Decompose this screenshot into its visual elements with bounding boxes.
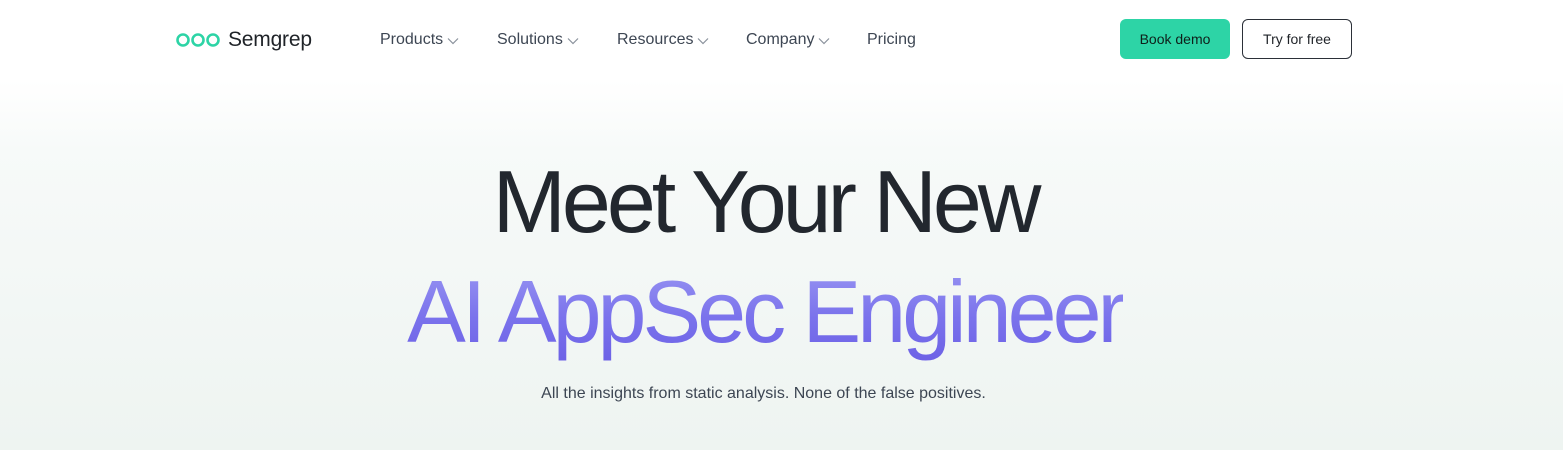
semgrep-logo-icon [176,32,220,48]
top-navbar: Semgrep Products Solutions Resources Com… [0,0,1563,80]
nav-item-label: Solutions [497,31,563,48]
nav-item-pricing[interactable]: Pricing [867,28,916,52]
chevron-down-icon [818,37,830,45]
chevron-down-icon [447,37,459,45]
nav-item-solutions[interactable]: Solutions [497,28,617,52]
nav-item-label: Products [380,31,444,48]
book-demo-button[interactable]: Book demo [1120,19,1230,59]
hero-title-line2: AI AppSec Engineer [0,262,1530,362]
chevron-down-icon [567,37,579,45]
brand-logo[interactable]: Semgrep [176,26,312,54]
chevron-down-icon [697,37,709,45]
hero-title-line1: Meet Your New [492,152,1042,251]
nav-item-products[interactable]: Products [380,28,497,52]
try-for-free-button[interactable]: Try for free [1242,19,1352,59]
nav-item-resources[interactable]: Resources [617,28,746,52]
nav-item-label: Company [746,31,815,48]
nav-item-label: Pricing [867,31,916,48]
nav-item-company[interactable]: Company [746,28,867,52]
hero-subtitle: All the insights from static analysis. N… [541,385,986,402]
hero-title-accent: AI AppSec Engineer [407,262,1127,361]
main-nav: Products Solutions Resources Company Pri… [380,28,916,52]
nav-item-label: Resources [617,31,694,48]
brand-name: Semgrep [228,28,312,51]
